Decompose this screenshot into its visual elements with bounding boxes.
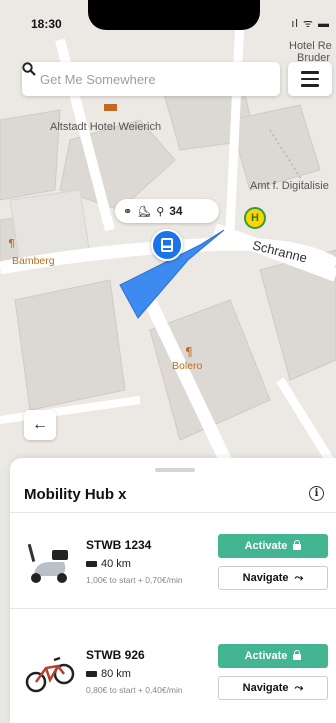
vehicle-name: STWB 926 (86, 648, 145, 662)
status-time: 18:30 (31, 17, 62, 31)
mobility-hub-marker[interactable]: ▬ (151, 229, 183, 261)
map-label-altstadt-hotel: Altstadt Hotel Weierich (50, 121, 162, 133)
status-icons: ıl ᯤ ▬ (291, 18, 330, 30)
vehicle-count: 34 (169, 204, 183, 218)
vehicle-row[interactable]: STWB 926 80 km 0,80€ to start + 0,40€/mi… (10, 630, 336, 710)
activate-button[interactable]: Activate (218, 644, 328, 668)
bus-stop-icon[interactable]: H (244, 207, 266, 229)
vehicle-range-value: 80 km (101, 668, 131, 680)
menu-button[interactable] (288, 62, 332, 96)
map-label-bolero: Bolero (172, 360, 203, 372)
navigate-button[interactable]: Navigate ⤳ (218, 676, 328, 700)
battery-icon (86, 671, 97, 677)
vehicle-range: 40 km (86, 558, 131, 570)
sheet-drag-handle[interactable] (155, 468, 195, 472)
notch (88, 0, 260, 30)
back-button[interactable]: ← (24, 410, 56, 440)
activate-label: Activate (244, 650, 288, 662)
navigate-label: Navigate (242, 572, 289, 584)
status-bar: 18:30 ıl ᯤ ▬ (0, 0, 336, 40)
divider (10, 608, 336, 609)
svg-text:¶: ¶ (8, 237, 15, 250)
navigate-button[interactable]: Navigate ⤳ (218, 566, 328, 590)
menu-icon-line (301, 71, 319, 74)
bicycle-icon: ⚭ (123, 205, 133, 218)
scooter-icon (27, 543, 68, 583)
map-view[interactable]: ¶ ¶ 18:30 ıl ᯤ ▬ Hotel Re Bruder Altstad… (0, 0, 336, 470)
vehicle-availability-pill[interactable]: ⚭ ⛸ ⚲ 34 (115, 199, 219, 223)
vehicle-price: 1,00€ to start + 0,70€/min (86, 575, 183, 585)
bottom-sheet[interactable]: Mobility Hub x i STWB 1234 40 km 1,00€ t… (10, 458, 336, 723)
hub-icon: ▬ (161, 238, 173, 252)
vehicle-range-value: 40 km (101, 558, 131, 570)
kick-scooter-icon: ⛸ (137, 205, 152, 218)
activate-label: Activate (244, 540, 288, 552)
search-input[interactable]: Get Me Somewhere (40, 72, 156, 87)
lock-icon (293, 650, 302, 660)
search-bar[interactable]: Get Me Somewhere (22, 62, 280, 96)
battery-icon (86, 561, 97, 567)
moped-icon: ⚲ (156, 205, 165, 218)
navigate-label: Navigate (242, 682, 289, 694)
map-label-amt: Amt f. Digitalisie (250, 180, 329, 192)
search-icon (22, 62, 36, 76)
menu-icon-line (301, 77, 319, 81)
bicycle-icon (25, 656, 75, 693)
route-icon: ⤳ (294, 681, 304, 694)
lock-icon (293, 540, 302, 550)
vehicle-name: STWB 1234 (86, 538, 152, 552)
vehicle-range: 80 km (86, 668, 131, 680)
vehicle-row[interactable]: STWB 1234 40 km 1,00€ to start + 0,70€/m… (10, 520, 336, 600)
svg-text:¶: ¶ (185, 345, 193, 359)
menu-icon-line (301, 84, 319, 87)
activate-button[interactable]: Activate (218, 534, 328, 558)
divider (10, 512, 336, 513)
route-icon: ⤳ (294, 571, 304, 584)
arrow-left-icon: ← (32, 416, 48, 433)
map-label-bamberg: Bamberg (12, 255, 55, 267)
info-icon[interactable]: i (309, 486, 324, 501)
hub-title: Mobility Hub x (24, 486, 127, 503)
map-label-hotel: Hotel Re (289, 40, 332, 52)
vehicle-price: 0,80€ to start + 0,40€/min (86, 685, 183, 695)
